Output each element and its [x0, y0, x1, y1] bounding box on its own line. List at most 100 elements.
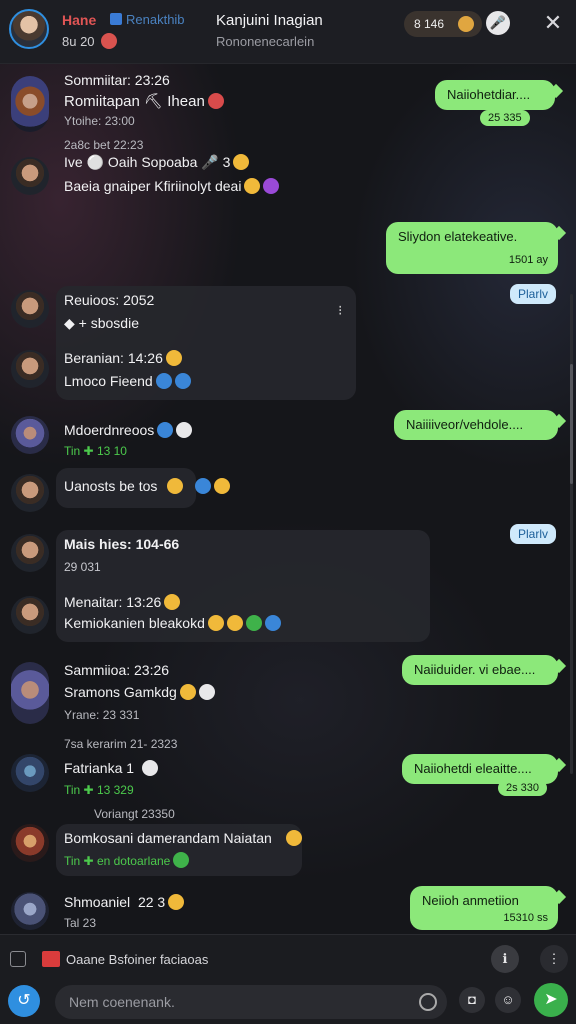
play-button[interactable]: Plarlv: [510, 524, 557, 544]
header-sub-label: 8u 20: [62, 33, 117, 49]
message-text: Ive ⚪ Oaih Sopoaba 🎤 3: [64, 154, 250, 171]
avatar[interactable]: [11, 76, 49, 132]
avatar[interactable]: [11, 754, 49, 792]
outgoing-bubble[interactable]: Naiiohetdiar....: [435, 80, 564, 110]
sender-name: Beranian: 14:26: [64, 350, 163, 366]
message-text: Uanosts be tos: [64, 478, 231, 494]
bubble-tail: [551, 889, 567, 905]
attach-button[interactable]: ↺: [8, 985, 40, 1017]
message-meta: 2a8c bet 22:23: [64, 138, 144, 152]
message-sender: Menaitar: 13:26: [64, 594, 181, 610]
avatar[interactable]: [11, 157, 49, 195]
avatar[interactable]: [11, 534, 49, 572]
avatar[interactable]: [11, 596, 49, 634]
header-app-label: Renakthib: [110, 12, 185, 27]
coin-balance-pill[interactable]: 8 146: [404, 11, 482, 37]
emoji-icon: [226, 615, 243, 631]
message-list[interactable]: Sommiitar: 23:26 Romiitapan ⛏ Ihean Ytoi…: [0, 64, 576, 934]
chat-title: Kanjuini Inagian: [216, 12, 323, 29]
message-input[interactable]: Nem coenenank.: [55, 985, 447, 1019]
avatar[interactable]: [11, 350, 49, 388]
message-sender: Sammiioa: 23:26: [64, 662, 170, 678]
emoji-icon: [179, 684, 196, 700]
sender-name: Menaitar: 13:26: [64, 594, 162, 610]
message-text-content: Lmoco Fieend: [64, 373, 153, 389]
send-button[interactable]: ➤: [534, 983, 568, 1017]
message-meta: Tin ✚ 13 329: [64, 783, 134, 797]
message-text: Bomkosani damerandam Naiatan: [64, 830, 302, 846]
info-button[interactable]: ℹ: [491, 945, 519, 973]
message-text-content: Kemiokanien bleakokd: [64, 615, 205, 631]
context-toggle-icon[interactable]: [10, 951, 26, 967]
message-meta: Voriangt 23350: [94, 807, 175, 821]
bubble-text: Naiiduider. vi ebae....: [414, 662, 536, 677]
sender-name: Shmoaniel: [64, 894, 131, 910]
bubble-time: 1501 ay: [508, 254, 548, 266]
message-sender: Sommiitar: 23:26: [64, 72, 170, 88]
message-timestamp: Tal 23: [64, 916, 97, 930]
sticker-button[interactable]: ☺: [495, 987, 521, 1013]
message-text: ◆ + sbosdie: [64, 315, 139, 331]
message-sender: Fatrianka 1: [64, 760, 159, 776]
emoji-icon: [233, 154, 250, 170]
message-text-content: Uanosts be tos: [64, 478, 158, 494]
emoji-icon: [264, 615, 281, 631]
coin-count: 8 146: [414, 17, 445, 31]
header-avatar[interactable]: [9, 9, 49, 49]
more-options-icon[interactable]: ⁝: [338, 302, 342, 319]
emoji-icon: [195, 478, 212, 494]
emoji-icon: [164, 594, 181, 610]
emoji-picker-icon[interactable]: [419, 993, 437, 1011]
more-button[interactable]: ⋮: [540, 945, 568, 973]
close-button[interactable]: ✕: [540, 10, 566, 36]
app-icon: [110, 13, 122, 25]
emoji-icon: [155, 373, 172, 389]
emoji-icon: [168, 894, 185, 910]
camera-button[interactable]: ◘: [459, 987, 485, 1013]
avatar[interactable]: [11, 662, 49, 724]
bubble-text: Naiiiiveor/vehdole....: [406, 417, 524, 432]
outgoing-bubble[interactable]: Naiiduider. vi ebae....: [402, 655, 567, 685]
message-text-content: Romiitapan ⛏ Ihean: [64, 93, 205, 110]
avatar[interactable]: [11, 474, 49, 512]
outgoing-bubble[interactable]: Naiiiiveor/vehdole....: [394, 410, 567, 440]
emoji-icon: [245, 615, 262, 631]
input-placeholder: Nem coenenank.: [69, 994, 175, 1010]
bubble-tail: [548, 83, 564, 99]
emoji-icon: [173, 852, 190, 868]
emoji-icon: [165, 350, 182, 366]
message-sender: Reuioos: 2052: [64, 292, 154, 308]
emoji-icon: [174, 373, 191, 389]
bubble-time: 15310 ss: [503, 912, 548, 924]
header-username[interactable]: Hane: [62, 12, 96, 28]
message-text: Baeia gnaiper Kfiriinolyt deai: [64, 178, 280, 194]
emoji-icon: [198, 684, 215, 700]
scrollbar-thumb[interactable]: [570, 364, 573, 484]
message-meta: Tin ✚ 13 10: [64, 444, 127, 458]
message-text-content: Baeia gnaiper Kfiriinolyt deai: [64, 178, 242, 194]
avatar[interactable]: [11, 892, 49, 930]
outgoing-bubble[interactable]: Sliydon elatekeative. 1501 ay: [386, 222, 567, 274]
chat-header: Hane Renakthib 8u 20 Kanjuini Inagian Ro…: [0, 0, 576, 64]
avatar[interactable]: [11, 824, 49, 862]
sender-name: Fatrianka 1: [64, 760, 135, 776]
message-timestamp: Ytoihe: 23:00: [64, 114, 135, 128]
bubble-tail: [551, 225, 567, 241]
mic-icon[interactable]: 🎤: [486, 11, 510, 35]
bubble-text: Neiioh anmetiion: [422, 893, 519, 908]
message-text: Lmoco Fieend: [64, 373, 191, 389]
play-button[interactable]: Plarlv: [510, 284, 557, 304]
bubble-time: 2s 330: [498, 780, 548, 796]
avatar[interactable]: [11, 290, 49, 328]
sender-name: Mdoerdnreoos: [64, 422, 155, 438]
sub-label-text: 8u 20: [62, 34, 95, 49]
message-sender: Mais hies: 104-66: [64, 536, 180, 552]
bubble-text: Naiiohetdiar....: [447, 87, 531, 102]
emoji-icon: [176, 422, 193, 438]
bubble-tail: [551, 757, 567, 773]
outgoing-bubble[interactable]: Neiioh anmetiion 15310 ss: [410, 886, 567, 930]
composer-bar: Oaane Bsfoiner faciaoas ℹ ⋮ ↺ Nem coenen…: [0, 934, 576, 1024]
emoji-icon: [214, 478, 231, 494]
emoji-icon: [142, 760, 159, 776]
avatar[interactable]: [11, 416, 49, 454]
